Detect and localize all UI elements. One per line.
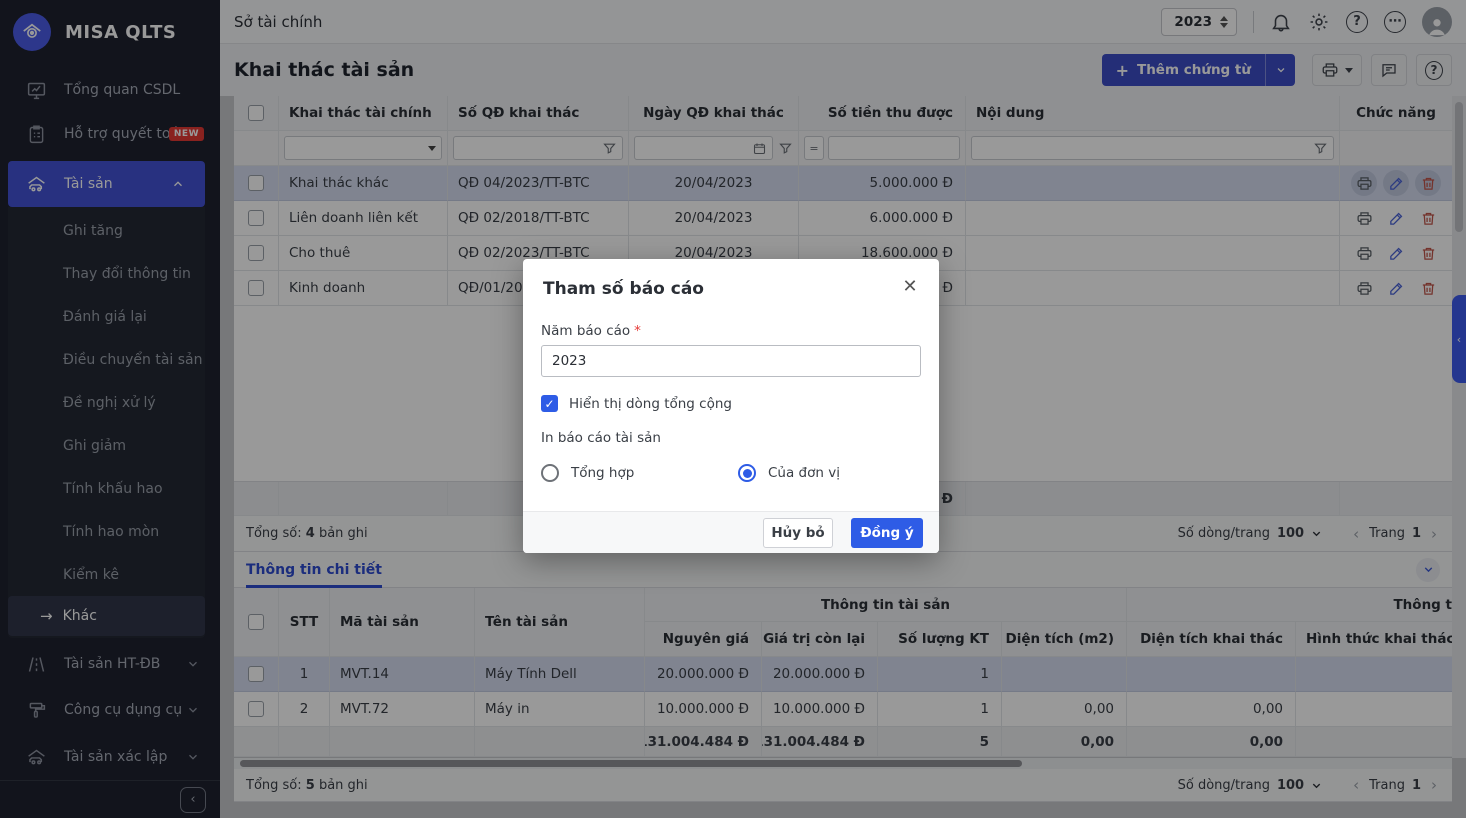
year-field-label: Năm báo cáo* bbox=[541, 323, 641, 339]
radio-unit-label[interactable]: Của đơn vị bbox=[768, 465, 840, 481]
print-type-radios: Tổng hợp Của đơn vị bbox=[541, 464, 840, 482]
close-icon[interactable]: ✕ bbox=[897, 273, 923, 299]
print-section-label: In báo cáo tài sản bbox=[541, 430, 661, 446]
modal-title: Tham số báo cáo bbox=[543, 279, 704, 299]
report-year-input[interactable]: 2023 bbox=[541, 345, 921, 377]
radio-summary-label[interactable]: Tổng hợp bbox=[571, 465, 738, 481]
close-glyph: ✕ bbox=[902, 276, 917, 297]
app-root: MISA QLTS Tổng quan CSDL Hỗ trợ quyết to… bbox=[0, 0, 1466, 818]
cancel-button[interactable]: Hủy bỏ bbox=[763, 518, 833, 548]
year-input-value: 2023 bbox=[552, 353, 586, 369]
modal-footer: Hủy bỏ Đồng ý bbox=[523, 511, 939, 553]
show-total-row-checkbox[interactable]: ✓ Hiển thị dòng tổng cộng bbox=[541, 395, 732, 412]
radio-unselected-icon[interactable] bbox=[541, 464, 559, 482]
checkbox-checked-icon: ✓ bbox=[541, 395, 558, 412]
confirm-button[interactable]: Đồng ý bbox=[851, 518, 923, 548]
check-glyph: ✓ bbox=[544, 397, 554, 411]
radio-selected-icon[interactable] bbox=[738, 464, 756, 482]
label-text: Năm báo cáo bbox=[541, 323, 630, 339]
required-asterisk: * bbox=[634, 323, 641, 339]
report-params-modal: Tham số báo cáo ✕ Năm báo cáo* 2023 ✓ Hi… bbox=[523, 259, 939, 553]
checkbox-label: Hiển thị dòng tổng cộng bbox=[569, 396, 732, 412]
